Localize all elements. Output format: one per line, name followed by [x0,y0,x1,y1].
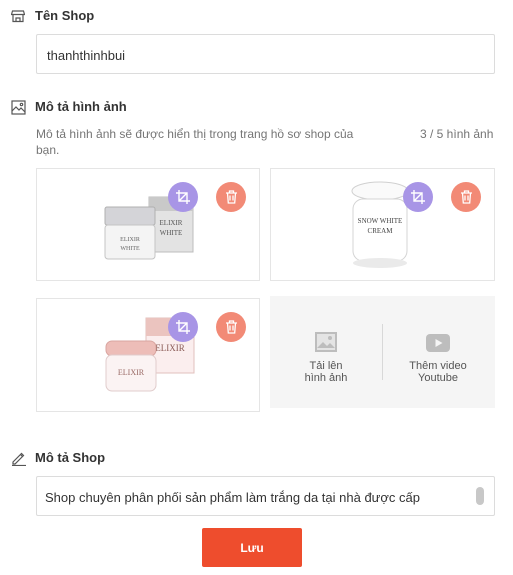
pencil-icon [11,450,27,467]
crop-icon [411,190,425,204]
delete-button-1[interactable] [216,182,246,212]
delete-button-3[interactable] [216,312,246,342]
svg-text:ELIXIR: ELIXIR [120,237,140,243]
image-card-2[interactable]: SNOW WHITE CREAM [270,168,495,281]
shop-description-textarea[interactable]: Shop chuyên phân phối sản phẩm làm trắng… [36,476,495,516]
svg-text:SNOW WHITE: SNOW WHITE [358,217,403,225]
delete-button-2[interactable] [451,182,481,212]
svg-text:WHITE: WHITE [120,246,140,252]
crop-button-2[interactable] [403,182,433,212]
trash-icon [460,190,472,204]
shop-icon [10,9,26,23]
image-card-1[interactable]: ELIXIR WHITE ELIXIR WHITE [36,168,260,281]
svg-text:ELIXIR: ELIXIR [155,343,185,353]
upload-image-button[interactable]: Tải lên hình ảnh [290,326,362,386]
shop-name-input[interactable]: thanhthinhbui [36,34,495,74]
image-icon [11,100,26,115]
images-label: Mô tả hình ảnh [35,99,127,114]
images-description: Mô tả hình ảnh sẽ được hiển thị trong tr… [36,127,354,157]
svg-text:ELIXIR: ELIXIR [160,219,183,227]
add-video-label: Thêm video Youtube [409,360,467,384]
images-count: 3 / 5 hình ảnh [420,127,494,141]
svg-text:ELIXIR: ELIXIR [118,368,145,377]
shop-name-value: thanhthinhbui [47,48,126,63]
upload-divider [382,324,383,380]
trash-icon [225,190,237,204]
textarea-scrollbar[interactable] [476,487,484,505]
shop-description-value: Shop chuyên phân phối sản phẩm làm trắng… [45,490,420,505]
svg-text:WHITE: WHITE [160,229,183,237]
crop-icon [176,320,190,334]
save-button[interactable]: Lưu [202,528,302,567]
image-placeholder-icon [315,332,337,352]
shop-description-label: Mô tả Shop [35,450,106,465]
upload-area: Tải lên hình ảnh Thêm video Youtube [270,296,495,408]
svg-text:CREAM: CREAM [368,227,394,235]
shop-name-label: Tên Shop [35,8,95,23]
crop-button-1[interactable] [168,182,198,212]
trash-icon [225,320,237,334]
crop-button-3[interactable] [168,312,198,342]
add-video-button[interactable]: Thêm video Youtube [400,326,476,386]
upload-image-label: Tải lên hình ảnh [304,360,348,384]
youtube-icon [426,334,450,352]
crop-icon [176,190,190,204]
image-card-3[interactable]: ELIXIR ELIXIR [36,298,260,412]
